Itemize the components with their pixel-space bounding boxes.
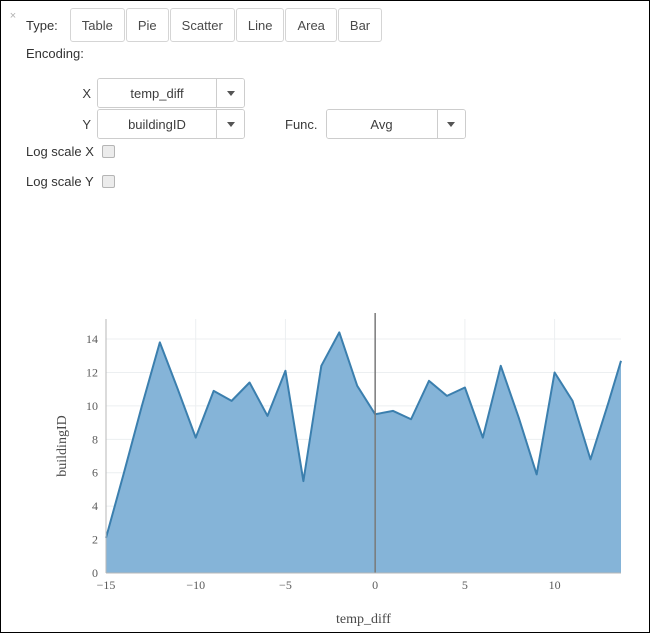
area-chart: 02468101214−15 −10 −5 0 5 10temp_diffbuilding… — [55, 313, 622, 627]
y-tick-label: 14 — [86, 332, 98, 346]
y-tick-label: 4 — [92, 499, 98, 513]
y-tick-label: 2 — [92, 533, 98, 547]
y-field-select[interactable]: buildingID — [97, 109, 245, 139]
x-field-select[interactable]: temp_diff — [97, 78, 245, 108]
y-tick-label: 12 — [86, 365, 98, 379]
log-scale-x-row: Log scale X — [26, 144, 115, 159]
x-axis-title: temp_diff — [336, 612, 391, 627]
x-field-value: temp_diff — [98, 79, 216, 107]
encoding-row: Encoding: — [26, 46, 84, 61]
type-row: Type: Table Pie Scatter Line Area Bar — [26, 8, 383, 42]
y-axis-letter: Y — [82, 116, 91, 132]
log-scale-x-label: Log scale X — [26, 144, 94, 159]
x-field-dropdown-arrow[interactable] — [216, 79, 244, 107]
func-value: Avg — [326, 110, 437, 138]
type-button-table[interactable]: Table — [69, 8, 125, 42]
log-scale-x-checkbox[interactable] — [101, 145, 115, 158]
y-tick-label: 8 — [92, 432, 98, 446]
y-tick-label: 6 — [92, 466, 98, 480]
chevron-down-icon — [226, 90, 235, 96]
y-field-value: buildingID — [98, 110, 216, 138]
x-tick-label: 10 — [549, 578, 561, 592]
log-scale-y-row: Log scale Y — [26, 174, 115, 189]
type-label: Type: — [26, 17, 58, 33]
area-fill — [106, 332, 621, 573]
y-tick-label: 10 — [86, 399, 98, 413]
func-select[interactable]: Avg — [325, 109, 466, 139]
log-scale-y-label: Log scale Y — [26, 174, 94, 189]
type-button-bar[interactable]: Bar — [337, 8, 383, 42]
y-field-dropdown-arrow[interactable] — [216, 110, 244, 138]
log-scale-y-checkbox[interactable] — [101, 175, 115, 188]
type-button-line[interactable]: Line — [235, 8, 285, 42]
close-icon[interactable]: × — [7, 10, 19, 22]
type-button-pie[interactable]: Pie — [125, 8, 169, 42]
x-tick-label: −5 — [279, 578, 292, 592]
func-dropdown-arrow[interactable] — [436, 110, 465, 138]
chart-type-button-group: Table Pie Scatter Line Area Bar — [69, 8, 383, 42]
y-axis-title: buildingID — [55, 415, 70, 476]
encoding-label: Encoding: — [26, 46, 84, 61]
x-tick-label: 5 — [462, 578, 468, 592]
x-tick-label: 0 — [372, 578, 378, 592]
type-button-scatter[interactable]: Scatter — [169, 8, 235, 42]
y-encoding-row: Y buildingID Func. Avg — [79, 109, 466, 139]
x-tick-label: −15 — [97, 578, 116, 592]
x-tick-label: −10 — [186, 578, 205, 592]
type-button-area[interactable]: Area — [285, 8, 337, 42]
visualization-panel: × Type: Table Pie Scatter Line Area Bar … — [0, 0, 650, 633]
chart-container: 0 2 4 6 8 10 12 14 −15 −10 −5 0 5 10 temp_diff building… — [1, 251, 649, 631]
x-axis-letter: X — [82, 85, 91, 101]
chevron-down-icon — [226, 121, 235, 127]
chevron-down-icon — [447, 121, 456, 127]
func-label: Func. — [285, 116, 318, 132]
x-encoding-row: X temp_diff — [79, 78, 245, 108]
